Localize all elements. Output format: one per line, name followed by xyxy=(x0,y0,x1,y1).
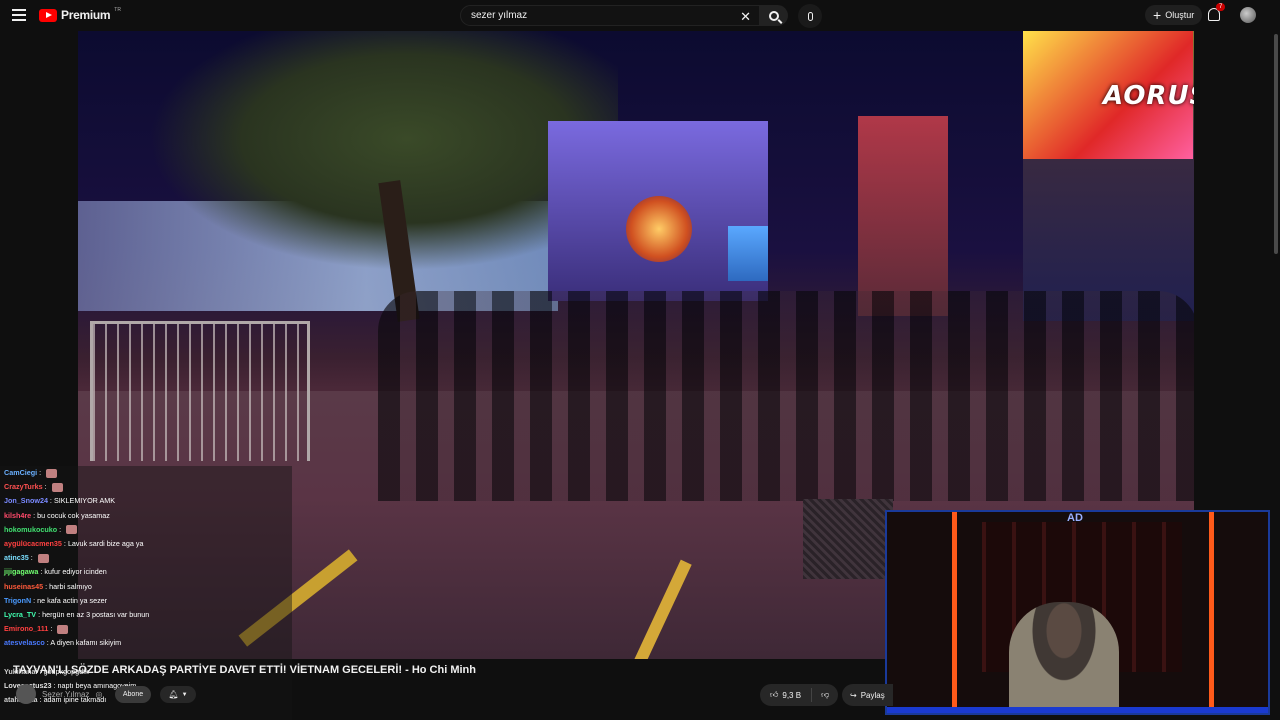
share-label: Paylaş xyxy=(860,690,885,700)
chat-username[interactable]: TrigonN xyxy=(4,596,31,605)
webcam-light xyxy=(952,512,957,713)
chat-username[interactable]: atinc35 xyxy=(4,553,29,562)
thumbs-down-icon: 👎︎ xyxy=(821,690,830,699)
video-title: TAYVAN'LI SÖZDE ARKADAŞ PARTİYE DAVET ET… xyxy=(13,664,476,676)
chat-username[interactable]: kilsh4re xyxy=(4,511,31,520)
like-count: 9,3 B xyxy=(782,690,802,700)
aorus-overlay-logo: AORUS xyxy=(1103,81,1194,111)
clear-search-icon[interactable]: ✕ xyxy=(740,9,751,25)
like-dislike-group: 👍︎ 9,3 B 👎︎ xyxy=(760,684,839,706)
like-button[interactable]: 👍︎ 9,3 B xyxy=(760,688,813,702)
page-scrollbar[interactable] xyxy=(1274,34,1278,254)
verified-icon: ◎ xyxy=(95,689,103,699)
chat-message: CamCiegi : xyxy=(0,466,292,480)
chat-message: Jon_Snow24 : SIKLEMIYOR AMK xyxy=(0,494,292,508)
chat-username[interactable]: CrazyTurks xyxy=(4,482,43,491)
chat-text: kufur ediyor icinden xyxy=(44,567,107,577)
channel-name[interactable]: Sezer Yılmaz xyxy=(42,690,89,699)
streamer-figure xyxy=(1009,602,1119,713)
video-scenery xyxy=(90,321,310,461)
search-value: sezer yılmaz xyxy=(471,10,528,21)
webcam-frame-bar xyxy=(887,707,1268,713)
chat-username[interactable]: jijigagawa xyxy=(4,567,38,576)
chat-message: hokomukocuko : xyxy=(0,523,292,537)
chat-message: Emirono_111 : xyxy=(0,622,292,636)
thumbs-up-icon: 👍︎ xyxy=(770,690,779,699)
video-scenery xyxy=(803,499,893,579)
youtube-logo[interactable]: Premium TR xyxy=(39,7,121,22)
chat-message: huseinas45 : harbi salmıyo xyxy=(0,580,292,594)
chat-separator: : xyxy=(37,468,44,477)
menu-icon[interactable] xyxy=(12,9,26,21)
emote-icon xyxy=(37,553,49,563)
emote-icon xyxy=(66,525,78,535)
account-avatar[interactable] xyxy=(1240,7,1256,23)
search-icon xyxy=(769,10,779,21)
chevron-down-icon: ▼ xyxy=(181,691,188,698)
youtube-play-icon xyxy=(39,8,57,22)
chat-text: hergün en az 3 postası var bunun xyxy=(42,609,150,619)
microphone-icon xyxy=(807,11,813,21)
chat-separator: : xyxy=(57,524,64,534)
chat-message: atesvelasco : A diyen kafamı sikiyim xyxy=(0,636,292,650)
video-scenery xyxy=(858,116,948,316)
webcam-light xyxy=(1209,512,1214,713)
chat-text: ne kafa actin ya sezer xyxy=(37,595,108,605)
chat-message: kilsh4re : bu cocuk cok yasamaz xyxy=(0,509,292,523)
create-button[interactable]: + Oluştur xyxy=(1145,5,1203,25)
bell-icon: 🔔︎ xyxy=(168,690,179,699)
subscribe-button[interactable]: Abone xyxy=(115,686,151,703)
chat-separator: : xyxy=(28,553,35,563)
share-button[interactable]: ↪ Paylaş xyxy=(842,684,893,706)
dislike-button[interactable]: 👎︎ xyxy=(812,690,838,700)
chat-username[interactable]: Lycra_TV xyxy=(4,610,36,619)
emote-icon xyxy=(46,468,58,478)
country-code: TR xyxy=(114,7,121,13)
video-scenery xyxy=(378,291,1194,501)
channel-avatar[interactable] xyxy=(16,684,36,704)
channel-info: Sezer Yılmaz ◎ xyxy=(16,684,102,704)
create-label: Oluştur xyxy=(1165,10,1195,20)
chat-text: harbi salmıyo xyxy=(49,581,92,591)
emote-icon xyxy=(57,624,69,634)
chat-username[interactable]: atesvelasco xyxy=(4,638,45,647)
notification-bell-button[interactable]: 🔔︎ ▼ xyxy=(160,686,196,703)
chat-message: atinc35 : xyxy=(0,551,292,565)
chat-message: CrazyTurks : xyxy=(0,480,292,494)
chat-overlay: CamCiegi : CrazyTurks : Jon_Snow24 : SIK… xyxy=(0,466,292,720)
video-scenery xyxy=(728,226,768,281)
chat-separator: : xyxy=(48,624,55,634)
chat-separator: : xyxy=(42,482,49,492)
search-button[interactable] xyxy=(760,5,788,26)
chat-text: SIKLEMIYOR AMK xyxy=(53,496,116,506)
chat-username[interactable]: huseinas45 xyxy=(4,582,43,591)
voice-search-button[interactable] xyxy=(798,4,822,28)
top-bar: Premium TR sezer yılmaz ✕ + Oluştur 7 xyxy=(0,0,1280,31)
chat-message: aygülücacmen35 : Lavuk sardi bize aga ya xyxy=(0,537,292,551)
video-scenery xyxy=(626,196,692,262)
brand-label: Premium xyxy=(61,8,111,22)
chat-text: Lavuk sardi bize aga ya xyxy=(67,538,144,548)
chat-username[interactable]: hokomukocuko xyxy=(4,525,57,534)
chat-message: TrigonN : ne kafa actin ya sezer xyxy=(0,594,292,608)
chat-text: bu cocuk cok yasamaz xyxy=(37,510,110,520)
share-icon: ↪ xyxy=(850,690,857,700)
plus-icon: + xyxy=(1153,7,1162,23)
chat-text: A diyen kafamı sikiyim xyxy=(50,638,122,648)
webcam-overlay: AD xyxy=(885,510,1270,715)
emote-icon xyxy=(51,482,63,492)
chat-username[interactable]: aygülücacmen35 xyxy=(4,539,62,548)
notification-count-badge: 7 xyxy=(1216,3,1226,11)
chat-username[interactable]: Emirono_111 xyxy=(4,624,48,633)
chat-username[interactable]: CamCiegi xyxy=(4,468,37,477)
chat-message: Lycra_TV : hergün en az 3 postası var bu… xyxy=(0,608,292,622)
chat-message xyxy=(0,650,292,664)
cam-logo: AD xyxy=(1067,512,1083,524)
chat-username[interactable]: Jon_Snow24 xyxy=(4,496,48,505)
search-input[interactable]: sezer yılmaz ✕ xyxy=(460,5,760,26)
chat-message: jijigagawa : kufur ediyor icinden xyxy=(0,565,292,579)
